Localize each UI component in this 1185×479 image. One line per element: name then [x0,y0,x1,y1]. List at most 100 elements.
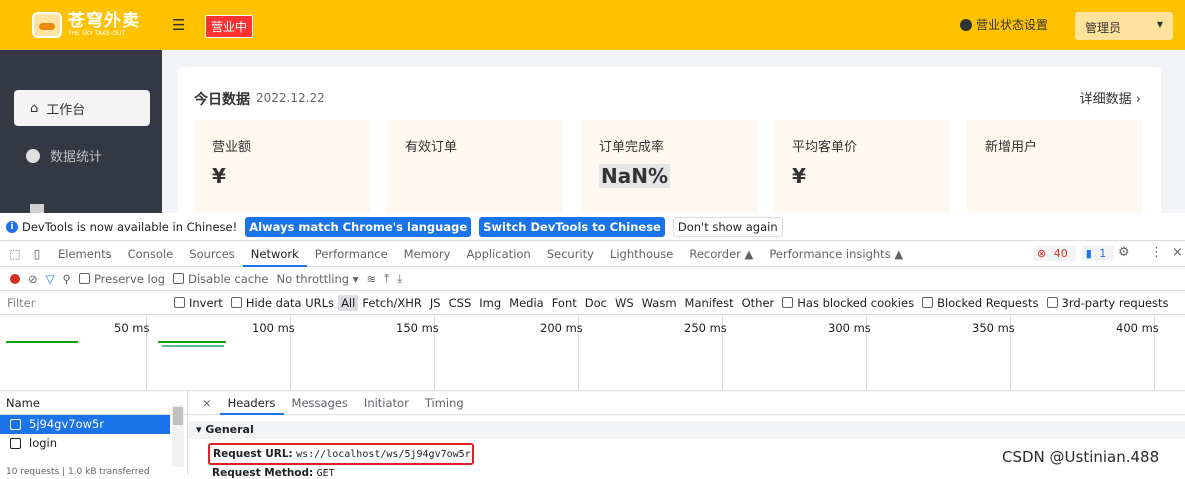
status-badge: 营业中 [205,15,254,38]
type-filter-wasm[interactable]: Wasm [638,296,681,310]
logo-mark-icon [32,12,62,38]
menu-toggle-icon[interactable]: ☰ [172,16,185,34]
type-filter-media[interactable]: Media [505,296,548,310]
sidebar-item-label: 工作台 [46,102,86,118]
type-filter-fetch[interactable]: Fetch/XHR [358,296,426,310]
detail-data-link[interactable]: 详细数据 › [1080,88,1141,107]
logo: 苍穹外卖 THE SKY TAKE-OUT [32,12,140,38]
tab-memory[interactable]: Memory [396,241,459,267]
export-har-icon[interactable]: ⤓ [397,271,402,286]
request-name: login [29,436,58,450]
type-filter-font[interactable]: Font [548,296,581,310]
caret-down-icon: ▼ [1156,20,1163,29]
request-list-scrollbar[interactable] [172,405,184,467]
request-panel: Name 5j94gv7ow5r login 10 requests | 1.0… [0,391,1185,479]
timeline-request-bar [158,341,226,343]
info-icon: i [6,220,18,233]
wifi-icon[interactable]: ≋ [367,272,377,286]
type-filter-other[interactable]: Other [738,296,779,310]
logo-subtitle: THE SKY TAKE-OUT [68,30,126,37]
tab-headers[interactable]: Headers [219,391,284,415]
inspect-element-icon[interactable]: ⬚ [8,247,22,261]
third-party-checkbox[interactable]: 3rd-party requests [1043,296,1173,310]
issue-counters[interactable]: ⊗ 40 ▮ 1 [1033,246,1115,261]
sidebar-item-orders-icon[interactable] [30,204,44,213]
admin-dropdown[interactable]: 管理员 ▼ [1075,12,1173,40]
tab-timing[interactable]: Timing [417,391,472,415]
hide-data-urls-checkbox[interactable]: Hide data URLs [227,296,338,310]
timeline-tick: 150 ms [396,321,439,335]
tab-console[interactable]: Console [120,241,182,267]
more-options-icon[interactable]: ⋮ [1150,245,1163,260]
tab-performance[interactable]: Performance [307,241,396,267]
switch-chinese-button[interactable]: Switch DevTools to Chinese [479,216,665,237]
filter-bar: Filter Invert Hide data URLs All Fetch/X… [0,291,1185,315]
stat-tile-revenue: 营业额 ¥ [194,120,370,213]
timeline-request-bar [162,345,224,347]
preserve-log-checkbox[interactable]: Preserve log [78,272,165,286]
request-url-row: Request URL: ws://localhost/ws/5j94gv7ow… [208,443,474,465]
type-filter-doc[interactable]: Doc [581,296,611,310]
error-count[interactable]: ⊗ 40 [1033,246,1076,261]
tab-recorder[interactable]: Recorder ▲ [681,241,761,267]
message-count[interactable]: ▮ 1 [1081,246,1115,261]
tab-lighthouse[interactable]: Lighthouse [602,241,681,267]
status-setting-button[interactable]: 营业状态设置 [960,16,1048,33]
type-filter-all[interactable]: All [338,294,359,311]
search-icon[interactable]: ⚲ [63,272,71,286]
timeline-request-bar [6,341,78,343]
device-toggle-icon[interactable]: ▯ [30,247,44,261]
sidebar-item-workbench[interactable]: ⌂ 工作台 [14,90,150,126]
tab-messages[interactable]: Messages [284,391,356,415]
name-column-header[interactable]: Name [0,391,187,415]
network-timeline[interactable]: 50 ms 100 ms 150 ms 200 ms 250 ms 300 ms… [0,315,1185,391]
blocked-requests-label: Blocked Requests [937,295,1039,310]
request-row[interactable]: 5j94gv7ow5r [0,415,170,434]
request-row[interactable]: login [0,434,187,453]
general-section-header[interactable]: ▾ General [188,421,1185,439]
throttling-select[interactable]: No throttling ▾ [276,272,358,286]
tab-application[interactable]: Application [458,241,538,267]
settings-gear-icon[interactable]: ⚙ [1118,245,1130,260]
close-devtools-icon[interactable]: × [1172,245,1183,260]
request-method-row: Request Method: GET [212,467,335,479]
blocked-cookies-checkbox[interactable]: Has blocked cookies [778,296,918,310]
type-filter-manifest[interactable]: Manifest [681,296,738,310]
stat-tile-avg-price: 平均客单价 ¥ [774,120,950,213]
invert-checkbox[interactable]: Invert [170,296,227,310]
devtools-tabbar: ⬚ ▯ Elements Console Sources Network Per… [0,241,1185,267]
match-language-button[interactable]: Always match Chrome's language [245,216,472,237]
network-toolbar: ⊘ ▽ ⚲ Preserve log Disable cache No thro… [0,267,1185,291]
tab-performance-insights[interactable]: Performance insights ▲ [761,241,911,267]
timeline-tick: 250 ms [684,321,727,335]
tab-initiator[interactable]: Initiator [356,391,417,415]
detail-tabs: × Headers Messages Initiator Timing [188,391,1185,415]
blocked-requests-checkbox[interactable]: Blocked Requests [918,296,1042,310]
dont-show-again-button[interactable]: Don't show again [672,216,783,237]
banner-text: DevTools is now available in Chinese! [22,219,238,234]
timeline-tick: 300 ms [828,321,871,335]
timeline-tick: 350 ms [972,321,1015,335]
sidebar-item-statistics[interactable]: 数据统计 [14,146,102,165]
record-icon[interactable] [10,273,20,284]
invert-label: Invert [189,295,223,310]
import-har-icon[interactable]: ⤒ [384,271,389,286]
request-list: Name 5j94gv7ow5r login 10 requests | 1.0… [0,391,188,477]
filter-input[interactable]: Filter [0,296,170,310]
tab-network[interactable]: Network [242,241,307,267]
clear-icon[interactable]: ⊘ [28,272,38,286]
chart-icon [26,148,40,163]
request-summary: 10 requests | 1.0 kB transferred [6,467,150,477]
type-filter-css[interactable]: CSS [445,296,476,310]
stat-value: NaN% [599,164,671,188]
tab-sources[interactable]: Sources [181,241,243,267]
close-detail-icon[interactable]: × [194,391,220,415]
type-filter-img[interactable]: Img [475,296,505,310]
disable-cache-checkbox[interactable]: Disable cache [173,272,268,286]
type-filter-js[interactable]: JS [426,296,445,310]
type-filter-ws[interactable]: WS [611,296,638,310]
filter-funnel-icon[interactable]: ▽ [46,272,55,286]
tab-security[interactable]: Security [539,241,602,267]
stat-label: 新增用户 [985,140,1038,155]
tab-elements[interactable]: Elements [50,241,120,267]
